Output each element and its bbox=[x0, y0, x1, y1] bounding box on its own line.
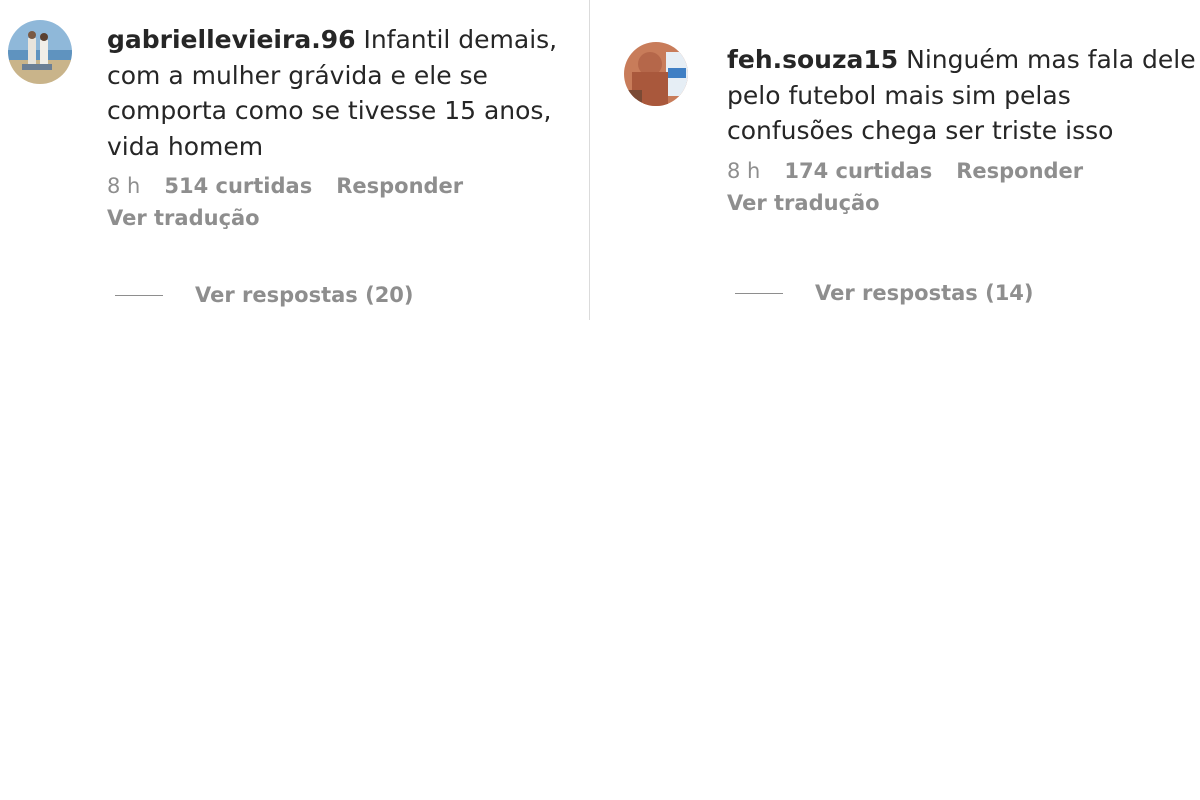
view-replies-label: Ver respostas (20) bbox=[195, 283, 414, 307]
comment-panel-left: gabriellevieira.96 Infantil demais, com … bbox=[0, 0, 589, 320]
avatar[interactable] bbox=[8, 20, 72, 84]
profile-photo-icon bbox=[8, 20, 72, 84]
comment-panel-right: feh.souza15 Ninguém mas fala dele pelo f… bbox=[590, 0, 1200, 320]
view-replies-label: Ver respostas (14) bbox=[815, 281, 1034, 305]
comment-meta: 8 h 174 curtidas Responder bbox=[727, 159, 1197, 183]
reply-button[interactable]: Responder bbox=[336, 174, 463, 198]
view-replies-button[interactable]: Ver respostas (14) bbox=[735, 281, 1034, 305]
comment-timestamp[interactable]: 8 h bbox=[727, 159, 760, 183]
reply-button[interactable]: Responder bbox=[956, 159, 1083, 183]
avatar[interactable] bbox=[624, 42, 688, 106]
comment-text: feh.souza15 Ninguém mas fala dele pelo f… bbox=[727, 42, 1197, 149]
comment-likes[interactable]: 514 curtidas bbox=[164, 174, 312, 198]
comment-meta: 8 h 514 curtidas Responder bbox=[107, 174, 577, 198]
comment-likes[interactable]: 174 curtidas bbox=[784, 159, 932, 183]
comment-timestamp[interactable]: 8 h bbox=[107, 174, 140, 198]
comment-username[interactable]: feh.souza15 bbox=[727, 45, 898, 74]
view-replies-button[interactable]: Ver respostas (20) bbox=[115, 283, 414, 307]
profile-photo-icon bbox=[624, 42, 688, 106]
translate-button[interactable]: Ver tradução bbox=[107, 206, 577, 230]
replies-line bbox=[735, 292, 783, 294]
comment-text: gabriellevieira.96 Infantil demais, com … bbox=[107, 22, 577, 164]
translate-button[interactable]: Ver tradução bbox=[727, 191, 1197, 215]
comment-username[interactable]: gabriellevieira.96 bbox=[107, 25, 356, 54]
replies-line bbox=[115, 294, 163, 296]
